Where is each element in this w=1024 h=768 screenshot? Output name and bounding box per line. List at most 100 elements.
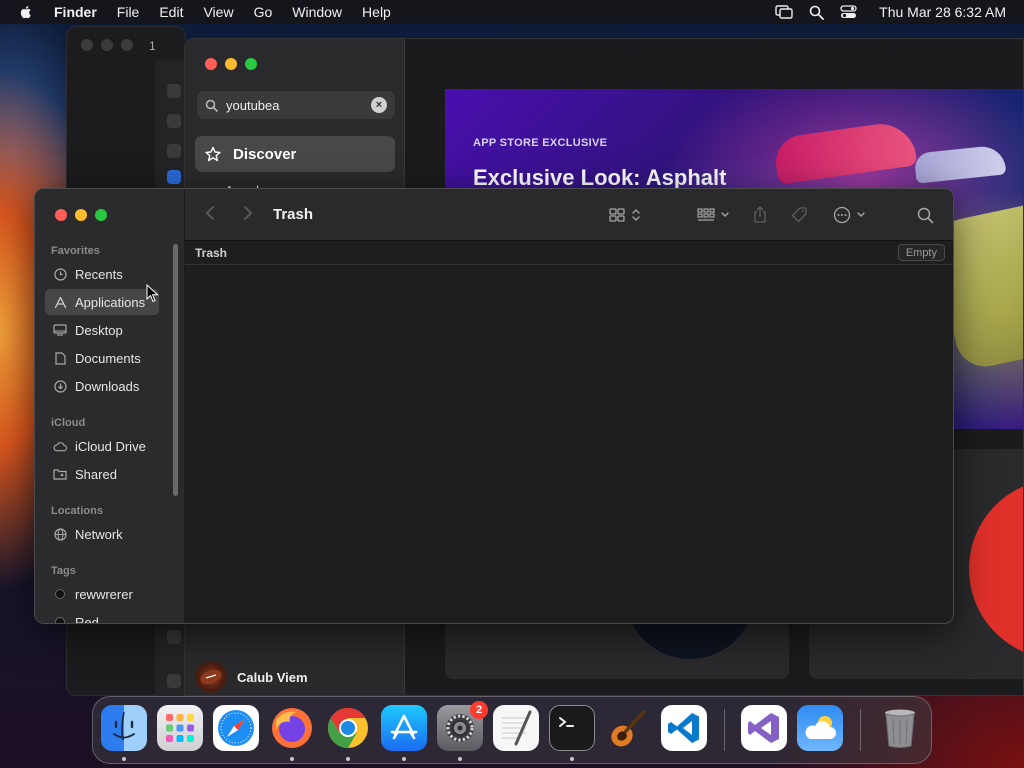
dock-safari[interactable] [213, 705, 259, 751]
dock-finder[interactable] [101, 705, 147, 751]
more-actions-button[interactable] [833, 204, 866, 226]
minimize-button[interactable] [225, 58, 237, 70]
dock-terminal[interactable] [549, 705, 595, 751]
sidebar-item-tag-red[interactable]: Red [45, 609, 159, 624]
banner-artwork [913, 144, 1007, 184]
finder-face-icon [113, 711, 135, 741]
sidebar-section-locations: Locations [51, 505, 103, 517]
share-button[interactable] [753, 204, 767, 226]
dock-chrome[interactable] [325, 705, 371, 751]
sidebar-item-icloud-drive[interactable]: iCloud Drive [45, 433, 159, 459]
cloud-icon [53, 439, 67, 453]
sidebar-item-network[interactable]: Network [45, 521, 159, 547]
dock-firefox[interactable] [269, 705, 315, 751]
document-icon [53, 351, 67, 365]
applications-icon [53, 295, 67, 309]
sidebar-item-label: Applications [75, 294, 146, 310]
menu-file[interactable]: File [117, 4, 140, 20]
tag-button[interactable] [791, 204, 809, 226]
dock-app-store[interactable] [381, 705, 427, 751]
zoom-button[interactable] [95, 209, 107, 221]
close-button[interactable] [55, 209, 67, 221]
sidebar-item-label: Downloads [75, 378, 140, 394]
menu-bar-clock[interactable]: Thu Mar 28 6:32 AM [879, 4, 1006, 20]
banner-artwork [772, 119, 918, 185]
group-button[interactable] [697, 204, 730, 226]
finder-window[interactable]: Favorites Recents Applications Desktop D… [34, 188, 954, 624]
menu-edit[interactable]: Edit [159, 4, 183, 20]
window-close-inactive[interactable] [81, 39, 93, 51]
dock-separator [860, 709, 861, 751]
launchpad-grid-icon [166, 714, 194, 742]
sidebar-item-shared[interactable]: Shared [45, 461, 159, 487]
app-store-search-field[interactable]: youtubea × [197, 91, 395, 119]
search-button[interactable] [917, 204, 934, 226]
menu-go[interactable]: Go [254, 4, 273, 20]
mouse-cursor-icon [146, 284, 159, 303]
trash-header-bar: Trash Empty [185, 241, 953, 265]
app-icon [167, 114, 181, 128]
empty-trash-button[interactable]: Empty [897, 244, 945, 261]
banner-kicker: APP STORE EXCLUSIVE [473, 137, 608, 149]
sidebar-item-label: Documents [75, 350, 141, 366]
back-button[interactable] [205, 205, 215, 226]
sidebar-item-applications[interactable]: Applications [45, 289, 159, 315]
dock-weather[interactable] [797, 705, 843, 751]
dock-garageband[interactable] [605, 705, 651, 751]
trash-can-icon [885, 709, 915, 748]
running-indicator [402, 757, 406, 761]
background-window-title: 1 [149, 39, 156, 53]
view-mode-button[interactable] [609, 204, 641, 226]
sidebar-item-label: Red [75, 614, 99, 624]
dock-launchpad[interactable] [157, 705, 203, 751]
group-grid-icon [697, 208, 715, 221]
sidebar-item-recents[interactable]: Recents [45, 261, 159, 287]
sidebar-item-discover[interactable]: Discover [195, 136, 395, 172]
forward-button[interactable] [243, 205, 253, 226]
window-minimize-inactive[interactable] [101, 39, 113, 51]
tag-dot-icon [55, 617, 65, 623]
search-input[interactable]: youtubea [226, 98, 371, 113]
app-icon [167, 674, 181, 688]
window-zoom-inactive[interactable] [121, 39, 133, 51]
dock-visual-studio[interactable] [741, 705, 787, 751]
sidebar-item-tag[interactable]: rewwrerer [45, 581, 159, 607]
menu-window[interactable]: Window [292, 4, 342, 20]
sidebar-item-documents[interactable]: Documents [45, 345, 159, 371]
spotlight-search-icon[interactable] [809, 5, 825, 20]
dock-vscode[interactable] [661, 705, 707, 751]
apple-menu-icon[interactable] [18, 4, 34, 20]
minimize-button[interactable] [75, 209, 87, 221]
dock-separator [724, 709, 725, 751]
menu-app-name[interactable]: Finder [54, 4, 97, 20]
dock-trash[interactable] [877, 705, 923, 751]
dock-textedit[interactable] [493, 705, 539, 751]
close-button[interactable] [205, 58, 217, 70]
ellipsis-circle-icon [833, 206, 851, 224]
search-icon [917, 207, 934, 223]
menu-help[interactable]: Help [362, 4, 391, 20]
sidebar-item-label: rewwrerer [75, 586, 133, 602]
dock: 2 [92, 696, 932, 764]
sidebar-item-desktop[interactable]: Desktop [45, 317, 159, 343]
file-list-area[interactable] [185, 265, 953, 623]
app-icon [167, 170, 181, 184]
menu-view[interactable]: View [203, 4, 233, 20]
tag-dot-icon [55, 589, 65, 599]
sidebar-item-label: Recents [75, 266, 123, 282]
finder-toolbar: Trash [185, 189, 953, 241]
zoom-button[interactable] [245, 58, 257, 70]
tag-icon [791, 207, 807, 223]
shared-folder-icon [53, 467, 67, 481]
sidebar-scrollbar[interactable] [173, 244, 178, 496]
sidebar-item-downloads[interactable]: Downloads [45, 373, 159, 399]
sidebar-section-icloud: iCloud [51, 417, 86, 429]
running-indicator [346, 757, 350, 761]
chrome-icon [328, 708, 368, 748]
textedit-icon [502, 710, 532, 746]
control-center-icon[interactable] [840, 5, 857, 19]
clear-search-icon[interactable]: × [371, 97, 387, 113]
screen-mirroring-icon[interactable] [775, 5, 793, 19]
account-button[interactable]: Calub Viem [195, 661, 308, 693]
up-down-chevron-icon [632, 209, 640, 221]
